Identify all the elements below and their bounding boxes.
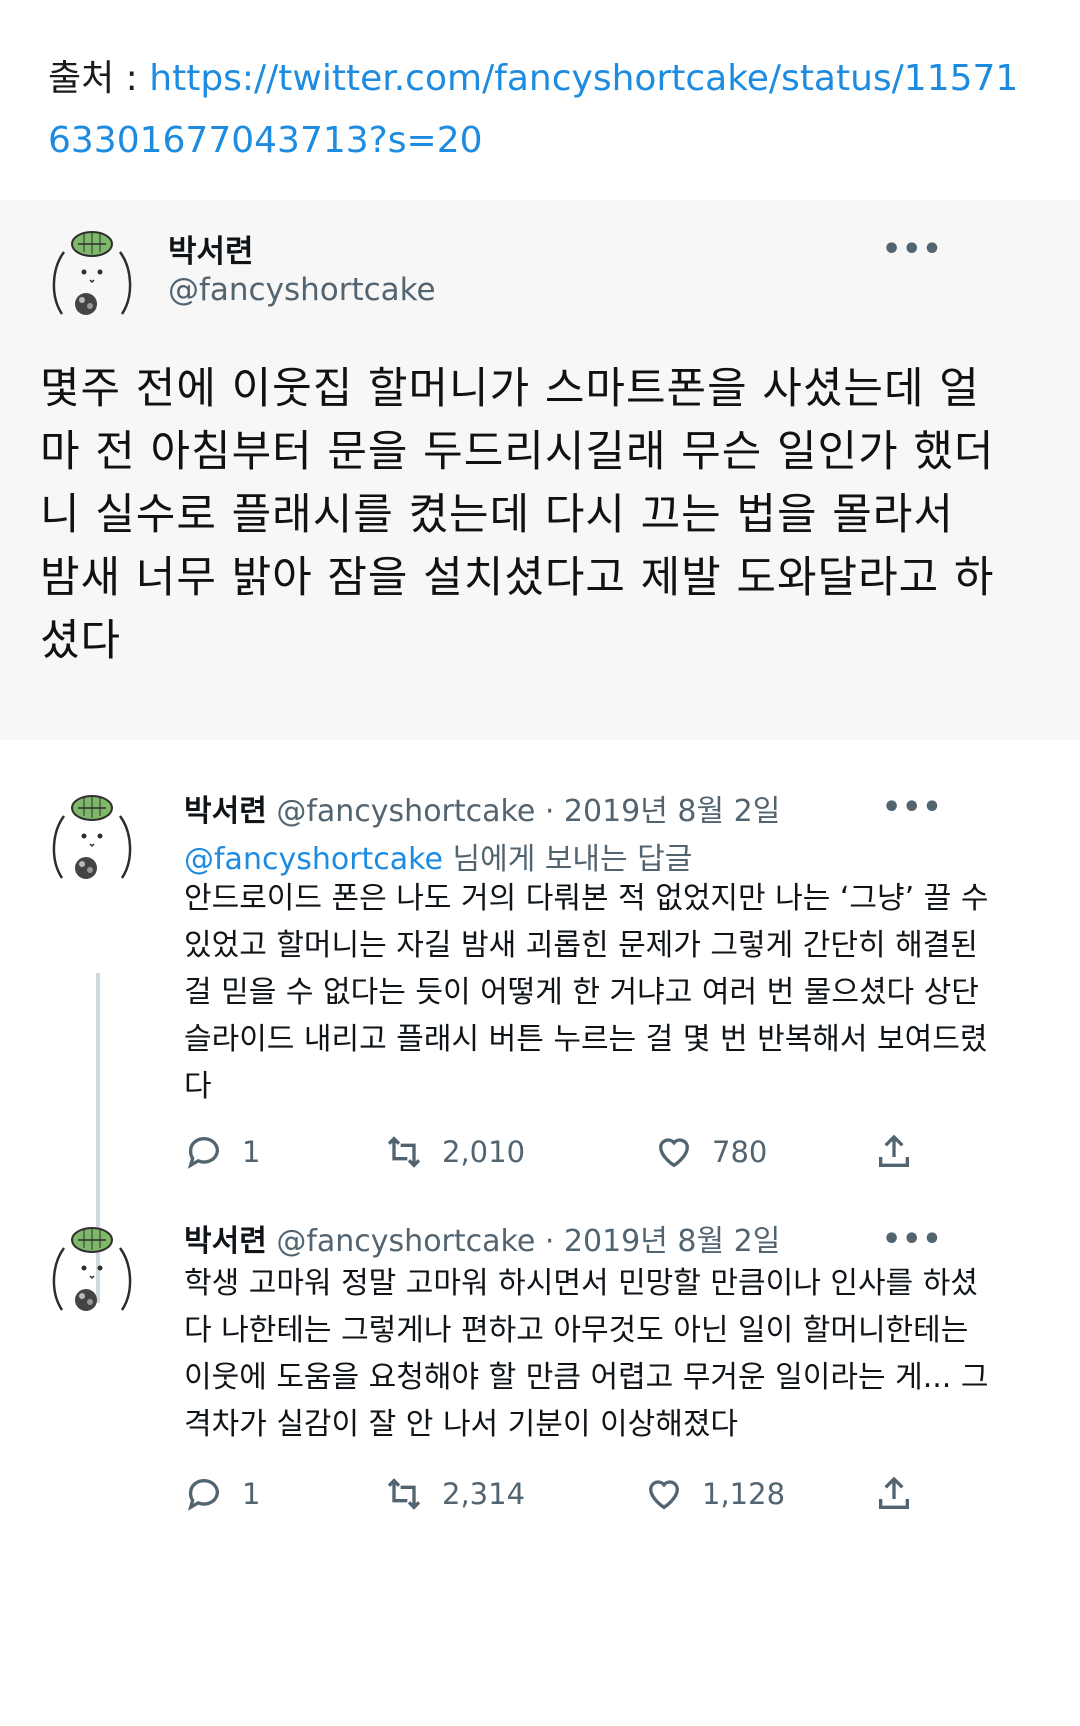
source-label: 출처 : [48,58,150,99]
bear-avatar-icon[interactable] [44,222,140,330]
share-icon [879,1476,909,1509]
reply-meta[interactable]: @fancyshortcake · 2019년 8월 2일 [267,1224,780,1259]
replying-to: @fancyshortcake 님에게 보내는 답글 [184,834,692,878]
reply-count: 1 [242,1135,261,1169]
like-count: 780 [712,1135,768,1169]
replying-suffix: 님에게 보내는 답글 [442,842,693,877]
retweet-button[interactable]: 2,314 [384,1474,525,1514]
heart-icon [648,1480,680,1510]
retweet-icon [387,1478,421,1510]
more-icon[interactable]: ••• [882,232,943,267]
share-button[interactable] [874,1474,932,1514]
share-icon [879,1134,909,1167]
reply-actions: 1 2,010 780 [184,1132,984,1182]
retweet-count: 2,010 [442,1135,526,1169]
reply-header: 박서련 @fancyshortcake · 2019년 8월 2일 [184,786,780,830]
reply-author-name[interactable]: 박서련 [184,794,267,829]
reply-text: 안드로이드 폰은 나도 거의 다뤄본 적 없었지만 나는 ‘그냥’ 끌 수 있었… [184,881,989,1104]
source-line: 출처 : https://twitter.com/fancyshortcake/… [48,48,1038,172]
like-button[interactable]: 780 [654,1132,767,1172]
share-button[interactable] [874,1132,932,1172]
reply-button[interactable]: 1 [184,1132,260,1172]
reply-count: 1 [242,1477,261,1511]
more-icon[interactable]: ••• [882,790,943,825]
reply-icon [187,1137,219,1169]
heart-icon [658,1138,690,1168]
like-count: 1,128 [702,1477,786,1511]
reply-actions: 1 2,314 1,128 [184,1474,984,1524]
reply-button[interactable]: 1 [184,1474,260,1514]
like-button[interactable]: 1,128 [644,1474,785,1514]
bear-avatar-icon[interactable] [44,786,140,894]
reply-icon [187,1479,219,1511]
reply-author-name[interactable]: 박서련 [184,1224,267,1259]
reply-header: 박서련 @fancyshortcake · 2019년 8월 2일 [184,1216,780,1260]
source-link[interactable]: https://twitter.com/fancyshortcake/statu… [48,58,1018,161]
reply-meta[interactable]: @fancyshortcake · 2019년 8월 2일 [267,794,780,829]
main-tweet-text: 몇주 전에 이웃집 할머니가 스마트폰을 사셨는데 얼마 전 아침부터 문을 두… [40,364,995,666]
retweet-icon [387,1136,421,1168]
author-handle[interactable]: @fancyshortcake [168,272,436,308]
bear-avatar-icon[interactable] [44,1218,140,1326]
replying-mention[interactable]: @fancyshortcake [184,842,443,877]
more-icon[interactable]: ••• [882,1222,943,1257]
author-name[interactable]: 박서련 [168,226,254,271]
reply-text: 학생 고마워 정말 고마워 하시면서 민망할 만큼이나 인사를 하셨다 나한테는… [184,1266,989,1442]
retweet-count: 2,314 [442,1477,526,1511]
retweet-button[interactable]: 2,010 [384,1132,525,1172]
